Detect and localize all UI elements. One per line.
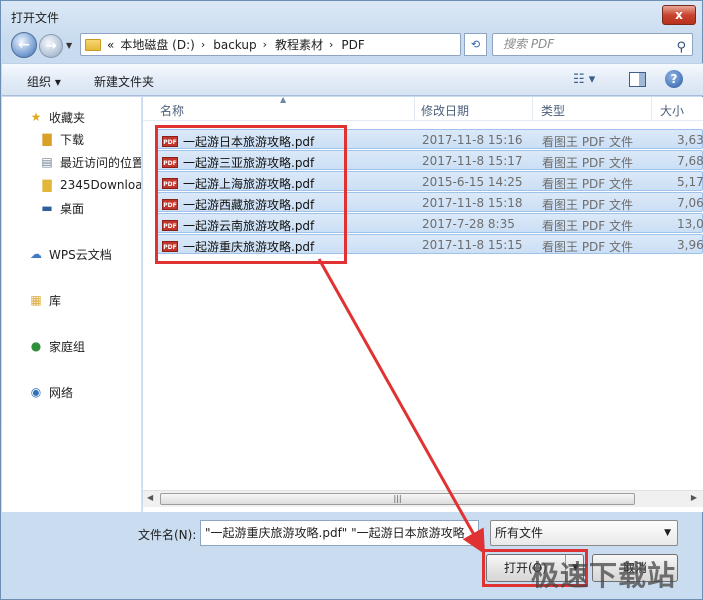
annotation-arrow: [317, 258, 485, 555]
watermark-logo: 极速下载站: [531, 559, 677, 592]
open-file-dialog: 打开文件 x ← → ▼ « 本地磁盘 (D:) › backup › 教程素材…: [0, 0, 703, 600]
